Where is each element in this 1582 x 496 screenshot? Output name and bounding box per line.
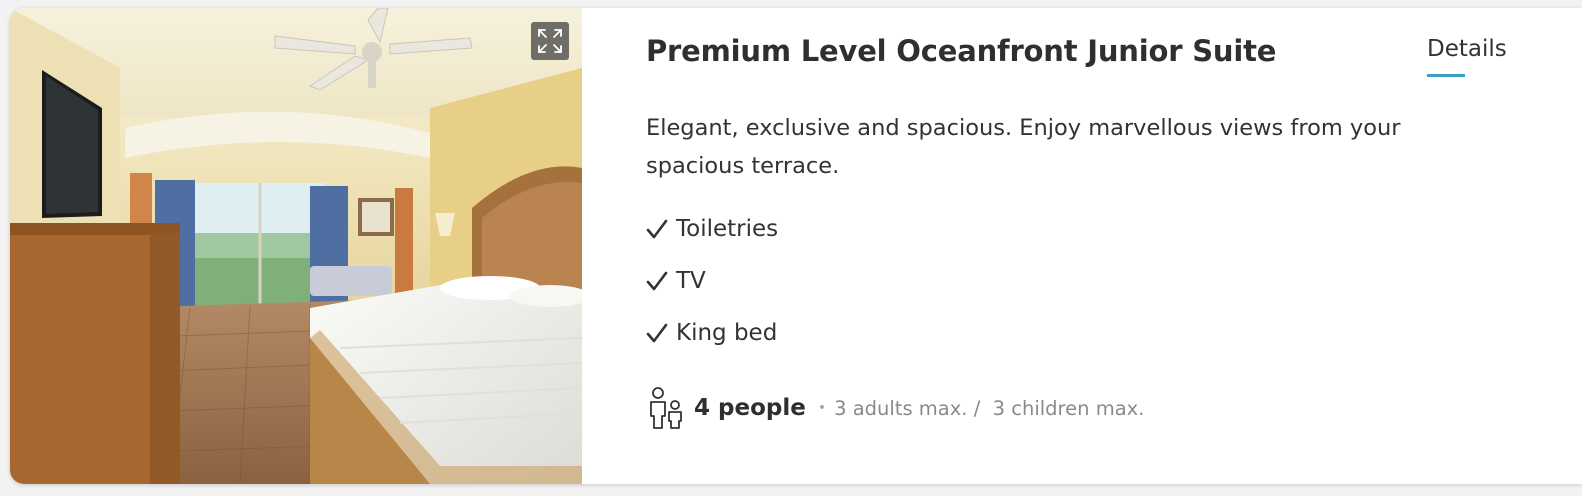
people-count: 4 people: [694, 395, 806, 421]
amenity-label: TV: [676, 268, 706, 294]
amenity-tv: TV: [646, 263, 778, 315]
occupancy-detail: 3 adults max. / 3 children max.: [834, 396, 1145, 420]
tab-active-indicator: [1427, 74, 1465, 77]
room-photo[interactable]: [10, 8, 582, 484]
check-icon: [646, 263, 670, 299]
people-icon: [650, 387, 682, 429]
check-icon: [646, 315, 670, 351]
occupancy-info: 4 people • 3 adults max. / 3 children ma…: [646, 386, 1144, 430]
amenity-label: King bed: [676, 320, 778, 346]
tab-details-label: Details: [1427, 36, 1507, 62]
expand-photo-button[interactable]: [531, 22, 569, 60]
expand-icon: [538, 29, 562, 53]
amenity-label: Toiletries: [676, 216, 779, 242]
amenity-toiletries: Toiletries: [646, 211, 778, 263]
amenity-king-bed: King bed: [646, 315, 778, 367]
separator-dot: •: [817, 400, 827, 416]
room-photo-image: [10, 8, 582, 484]
check-icon: [646, 211, 670, 247]
amenities-list: Toiletries TV King bed: [646, 211, 778, 367]
tab-details[interactable]: Details: [1427, 36, 1507, 77]
room-card: Premium Level Oceanfront Junior Suite De…: [10, 8, 1582, 484]
room-info: Premium Level Oceanfront Junior Suite De…: [646, 8, 1566, 484]
room-title: Premium Level Oceanfront Junior Suite: [646, 34, 1277, 68]
room-description: Elegant, exclusive and spacious. Enjoy m…: [646, 115, 1401, 179]
